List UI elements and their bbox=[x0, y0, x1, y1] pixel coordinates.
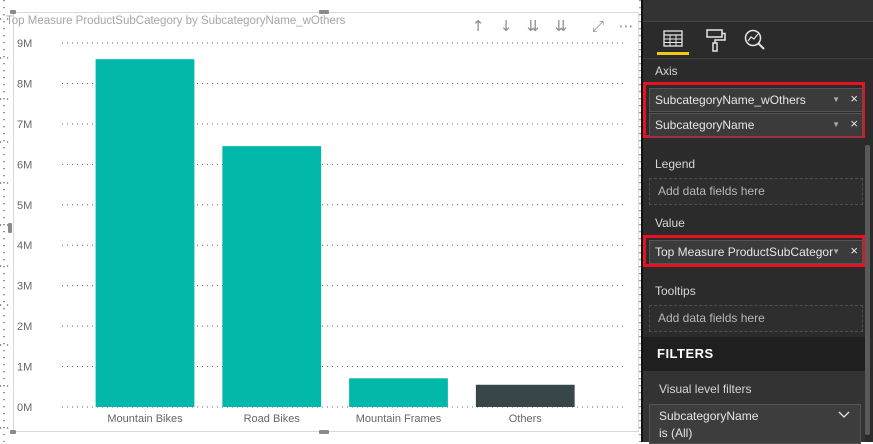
legend-drop-zone[interactable]: Add data fields here bbox=[649, 178, 863, 205]
chart-plot: 0M 1M 2M 3M 4M 5M 6M 7M 8M 9M Mountain Bikes Road B… bbox=[17, 38, 625, 425]
legend-section-label: Legend bbox=[655, 157, 696, 171]
axis-field-subcategory[interactable]: SubcategoryName ▼ × bbox=[649, 113, 863, 137]
filter-card-subcategory[interactable]: SubcategoryName is (All) bbox=[649, 404, 861, 444]
y-tick-label: 9M bbox=[17, 38, 32, 50]
bar-others[interactable] bbox=[475, 384, 575, 407]
pane-scrollbar-thumb[interactable] bbox=[865, 145, 870, 435]
remove-field-icon[interactable]: × bbox=[850, 241, 858, 262]
focus-mode-icon[interactable]: ⤢ bbox=[589, 16, 607, 36]
filter-card-field: SubcategoryName bbox=[659, 409, 759, 423]
tooltips-section-label: Tooltips bbox=[655, 284, 696, 298]
bar-mountain-bikes[interactable] bbox=[95, 59, 195, 408]
y-tick-label: 8M bbox=[17, 78, 32, 90]
x-tick-label: Others bbox=[509, 413, 543, 425]
axis-field-subcategory-label: SubcategoryName bbox=[655, 118, 755, 132]
remove-field-icon[interactable]: × bbox=[850, 89, 858, 110]
tab-analytics[interactable] bbox=[739, 25, 771, 55]
x-tick-label: Mountain Frames bbox=[356, 413, 442, 425]
tooltips-drop-zone[interactable]: Add data fields here bbox=[649, 305, 863, 332]
bar-mountain-frames[interactable] bbox=[349, 378, 448, 407]
visual-level-filters-label: Visual level filters bbox=[659, 382, 752, 396]
y-tick-label: 7M bbox=[17, 119, 32, 131]
fields-icon bbox=[663, 30, 683, 47]
visualizations-pane: Axis SubcategoryName_wOthers ▼ × Subcate… bbox=[641, 0, 873, 444]
drill-up-icon[interactable]: ↑ bbox=[469, 16, 487, 36]
paint-roller-icon bbox=[706, 29, 726, 52]
bar-road-bikes[interactable] bbox=[222, 146, 322, 407]
y-tick-label: 5M bbox=[17, 200, 32, 212]
x-tick-label: Road Bikes bbox=[244, 413, 301, 425]
chevron-down-icon[interactable]: ▼ bbox=[832, 241, 840, 263]
y-tick-label: 1M bbox=[17, 362, 32, 374]
value-section-label: Value bbox=[655, 216, 685, 230]
axis-field-wothers-label: SubcategoryName_wOthers bbox=[655, 93, 806, 107]
more-options-icon[interactable]: ⋯ bbox=[617, 16, 635, 36]
axis-section-label: Axis bbox=[655, 64, 678, 78]
y-tick-label: 2M bbox=[17, 321, 32, 333]
chevron-down-icon[interactable] bbox=[838, 411, 850, 419]
chart-title: Top Measure ProductSubCategory by Subcat… bbox=[6, 15, 346, 27]
drill-down-icon[interactable]: ↓ bbox=[497, 16, 515, 36]
y-tick-label: 6M bbox=[17, 159, 32, 171]
y-tick-label: 0M bbox=[17, 402, 32, 414]
pane-top-bar bbox=[643, 0, 873, 22]
value-field-label: Top Measure ProductSubCategor bbox=[655, 245, 834, 259]
tab-format[interactable] bbox=[699, 25, 731, 55]
tab-fields[interactable] bbox=[657, 25, 689, 55]
y-tick-label: 4M bbox=[17, 240, 32, 252]
remove-field-icon[interactable]: × bbox=[850, 114, 858, 135]
chevron-down-icon[interactable]: ▼ bbox=[832, 114, 840, 136]
analytics-icon bbox=[744, 29, 765, 50]
expand-all-icon[interactable]: ⇊ bbox=[552, 16, 570, 36]
y-tick-label: 3M bbox=[17, 281, 32, 293]
chevron-down-icon[interactable]: ▼ bbox=[832, 89, 840, 111]
axis-field-wothers[interactable]: SubcategoryName_wOthers ▼ × bbox=[649, 88, 863, 112]
pane-tabs bbox=[643, 22, 873, 59]
filter-card-condition: is (All) bbox=[659, 426, 693, 440]
report-canvas: 0M 1M 2M 3M 4M 5M 6M 7M 8M 9M Mountain Bikes Road B… bbox=[0, 0, 641, 442]
value-field[interactable]: Top Measure ProductSubCategor ▼ × bbox=[649, 240, 863, 264]
filters-header: FILTERS bbox=[643, 337, 865, 371]
x-tick-label: Mountain Bikes bbox=[107, 413, 183, 425]
go-to-next-level-icon[interactable]: ⇊ bbox=[524, 16, 542, 36]
